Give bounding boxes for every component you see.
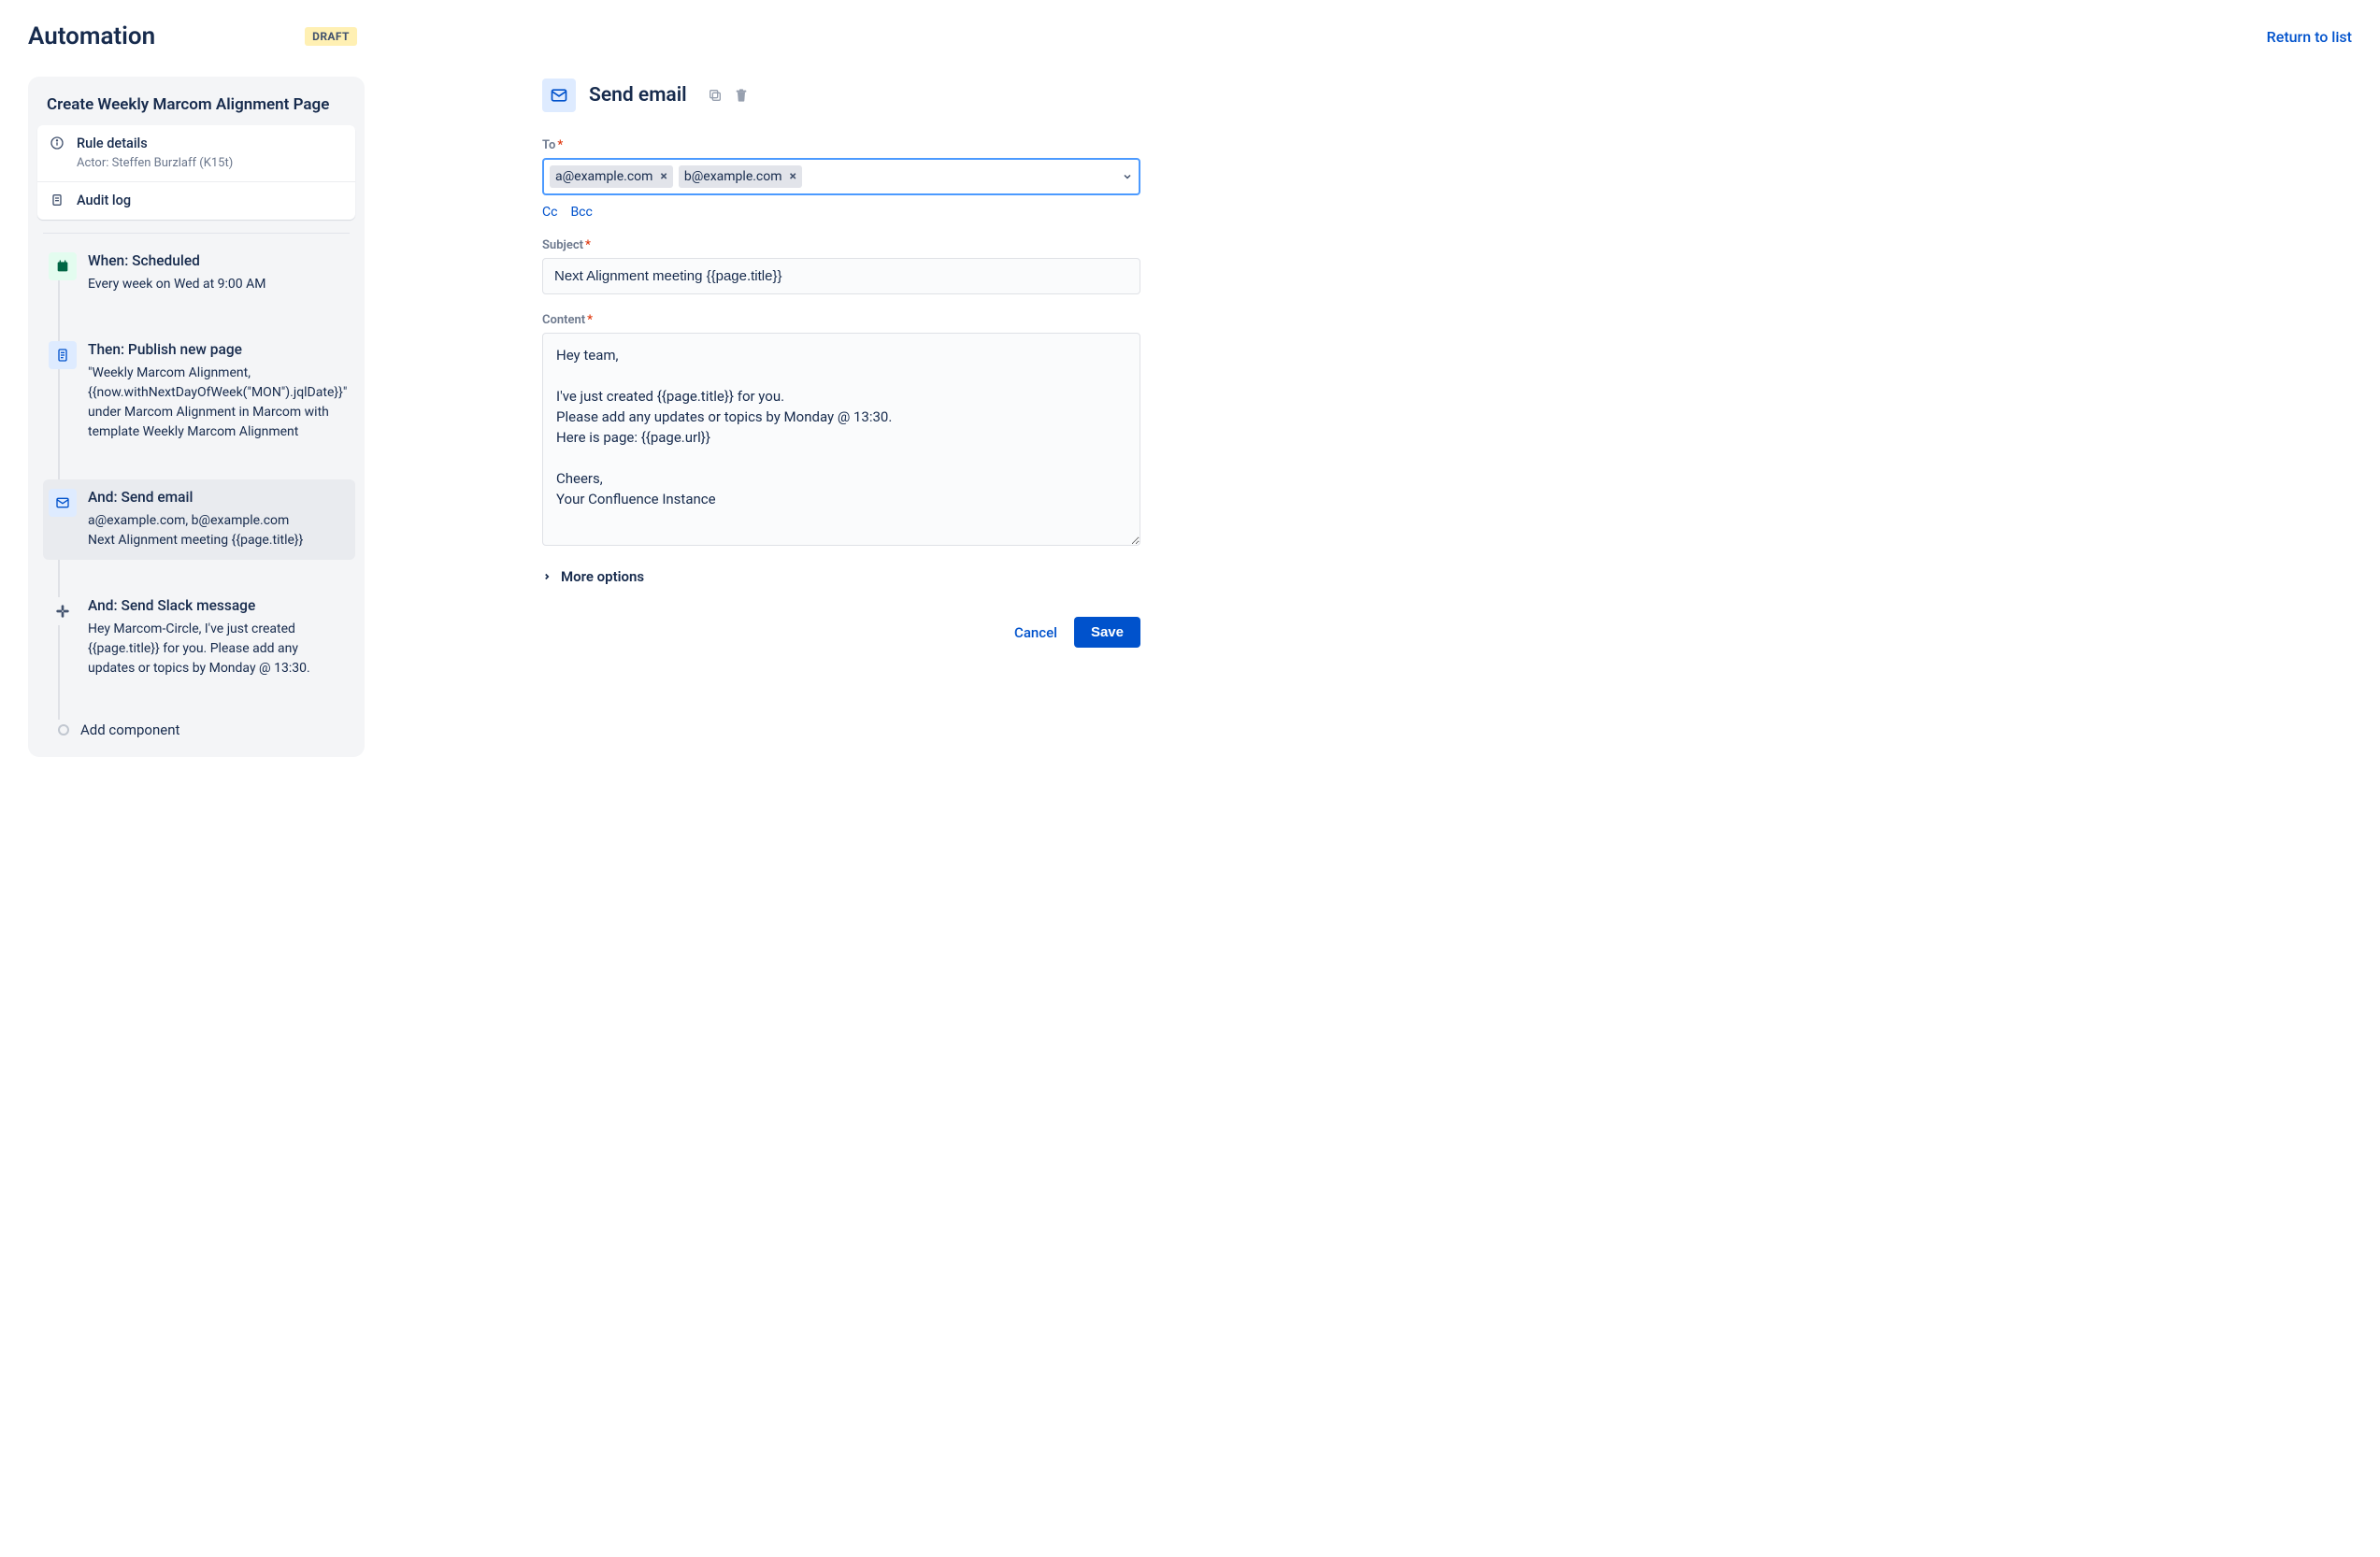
clipboard-icon [49,192,65,208]
step-title: When: Scheduled [88,252,338,269]
audit-log-label: Audit log [77,192,131,210]
more-options-toggle[interactable]: More options [542,568,1140,585]
divider [43,233,350,234]
layout: Create Weekly Marcom Alignment Page Rule… [28,77,2352,757]
to-label: To* [542,138,1140,152]
slack-icon [49,597,77,625]
add-dot-icon [58,724,69,736]
required-asterisk: * [587,313,593,327]
topbar-left: Automation DRAFT [28,22,357,50]
step-send-email[interactable]: And: Send email a@example.com, b@example… [43,479,355,560]
remove-tag-icon[interactable]: × [790,169,796,184]
draft-badge: DRAFT [305,27,357,46]
step-desc: Every week on Wed at 9:00 AM [88,275,338,294]
chevron-right-icon [542,572,552,581]
rule-details-actor: Actor: Steffen Burzlaff (K15t) [77,155,233,172]
trash-icon[interactable] [732,86,751,105]
to-input[interactable] [808,165,1116,188]
cc-link[interactable]: Cc [542,205,557,220]
required-asterisk: * [557,138,563,152]
info-icon [49,135,65,151]
remove-tag-icon[interactable]: × [660,169,667,184]
step-desc: "Weekly Marcom Alignment, {{now.withNext… [88,364,347,442]
add-component[interactable]: Add component [43,716,355,738]
subject-label-text: Subject [542,238,583,252]
save-button[interactable]: Save [1074,617,1140,648]
flow: When: Scheduled Every week on Wed at 9:0… [37,243,355,738]
step-publish-page[interactable]: Then: Publish new page "Weekly Marcom Al… [43,332,355,451]
sidebar: Create Weekly Marcom Alignment Page Rule… [28,77,365,757]
return-to-list-link[interactable]: Return to list [2267,28,2352,46]
bcc-link[interactable]: Bcc [570,205,592,220]
step-title: And: Send Slack message [88,597,338,614]
page-icon [49,341,77,369]
page-title: Automation [28,22,155,50]
tag-text: b@example.com [684,169,782,184]
subject-input[interactable] [542,258,1140,294]
add-component-label: Add component [80,721,179,738]
content-label-text: Content [542,313,585,327]
step-desc: Hey Marcom-Circle, I've just created {{p… [88,620,338,679]
to-field[interactable]: a@example.com × b@example.com × [542,158,1140,195]
mail-icon [49,489,77,517]
step-title: And: Send email [88,489,338,506]
to-label-text: To [542,138,555,152]
topbar: Automation DRAFT Return to list [28,22,2352,50]
subject-label: Subject* [542,238,1140,252]
actions-row: Cancel Save [542,617,1140,648]
header-actions [706,86,751,105]
calendar-icon [49,252,77,280]
content-textarea[interactable] [542,333,1140,546]
tag-text: a@example.com [555,169,652,184]
rule-name: Create Weekly Marcom Alignment Page [37,92,355,125]
step-desc: a@example.com, b@example.com Next Alignm… [88,511,338,550]
step-slack-message[interactable]: And: Send Slack message Hey Marcom-Circl… [43,588,355,688]
cancel-button[interactable]: Cancel [1014,624,1057,641]
content-label: Content* [542,313,1140,327]
panel-title: Send email [589,84,687,107]
rule-details-title: Rule details [77,135,233,153]
to-tag: b@example.com × [679,165,802,188]
required-asterisk: * [585,238,591,252]
more-options-label: More options [561,568,644,585]
step-scheduled[interactable]: When: Scheduled Every week on Wed at 9:0… [43,243,355,304]
copy-icon[interactable] [706,86,724,105]
rule-details-row[interactable]: Rule details Actor: Steffen Burzlaff (K1… [37,125,355,181]
main-header: Send email [542,79,1140,112]
main-panel: Send email To* a@example.com × [542,77,1140,648]
mail-icon [542,79,576,112]
chevron-down-icon[interactable] [1122,171,1133,182]
to-tag: a@example.com × [550,165,673,188]
meta-card: Rule details Actor: Steffen Burzlaff (K1… [37,125,355,220]
audit-log-row[interactable]: Audit log [37,181,355,220]
step-title: Then: Publish new page [88,341,347,358]
